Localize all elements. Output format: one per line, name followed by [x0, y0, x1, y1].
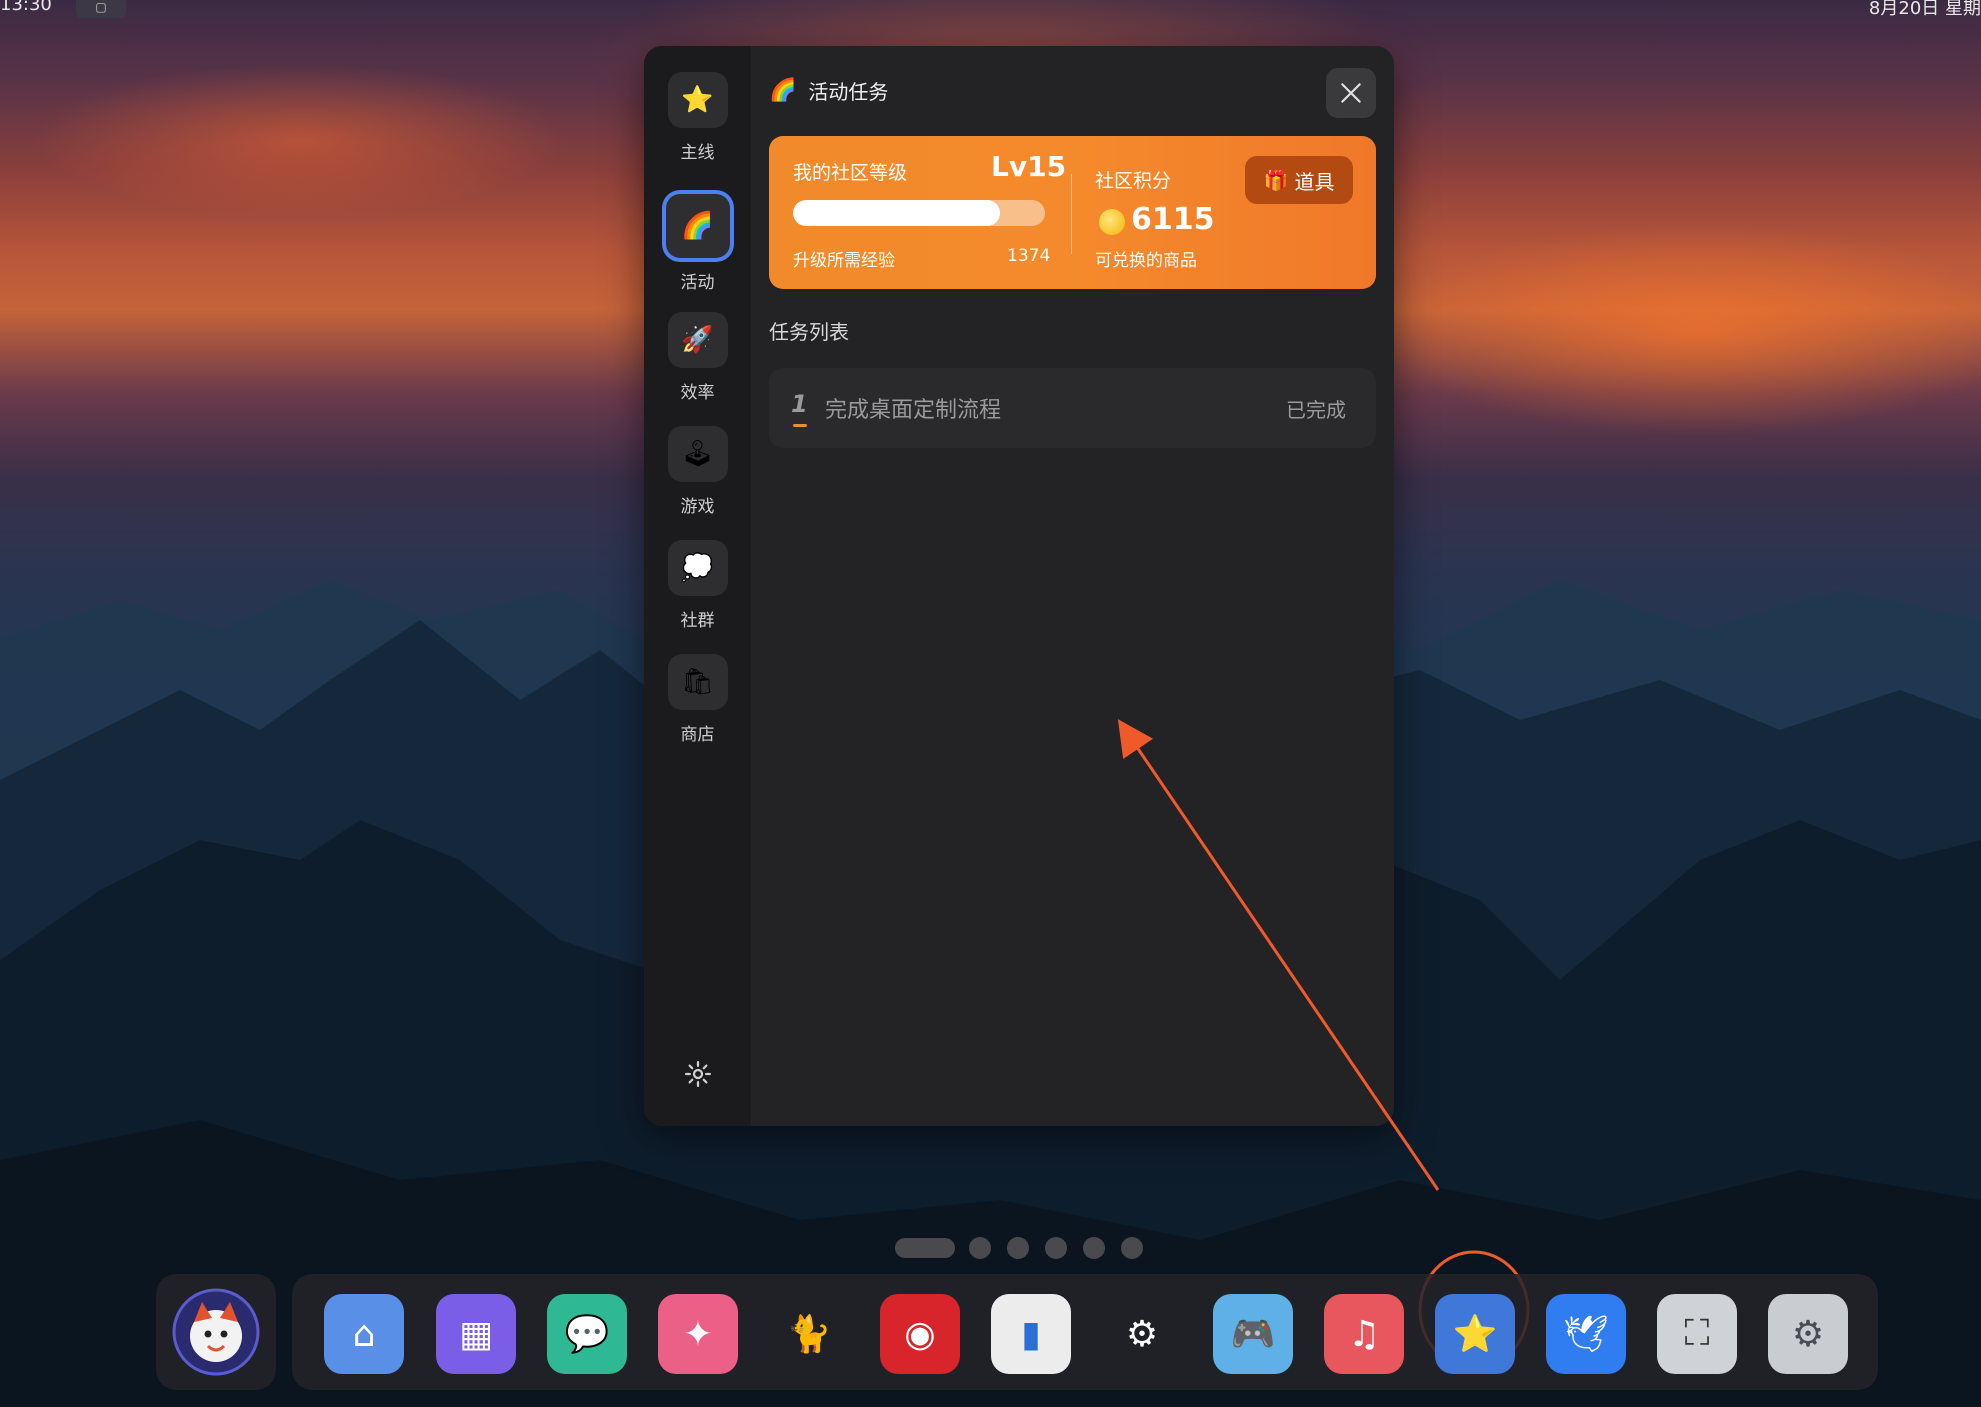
sidebar-item-label: 活动 [680, 273, 715, 293]
date-label: 8月20日 星期 [1868, 0, 1981, 19]
avatar-dock[interactable] [156, 1274, 276, 1390]
bird-icon[interactable]: 🕊 [1546, 1294, 1626, 1374]
task-list-title: 任务列表 [769, 320, 849, 344]
page-dot[interactable] [1007, 1237, 1029, 1259]
gamepad-icon[interactable]: 🎮 [1213, 1294, 1293, 1374]
community-level-card: 我的社区等级 Lv15 升级所需经验 1374 社区积分 6115 可兑换的商品… [769, 136, 1376, 289]
chat-bubble-icon: 💭 [667, 540, 728, 596]
page-dot-active[interactable] [895, 1238, 955, 1258]
task-number: 1 [791, 390, 808, 418]
avatar[interactable] [168, 1284, 264, 1380]
sidebar-item-games[interactable]: 🕹 游戏 [644, 426, 751, 517]
page-dot[interactable] [1083, 1237, 1105, 1259]
coin-icon [1099, 209, 1125, 235]
points-value: 6115 [1131, 202, 1215, 237]
sidebar-item-community[interactable]: 💭 社群 [644, 540, 751, 631]
close-icon [1341, 83, 1361, 103]
cat-icon[interactable]: 🐈 [769, 1294, 849, 1374]
task-status: 已完成 [1286, 398, 1346, 422]
sidebar-item-label: 社群 [680, 611, 715, 631]
music-icon[interactable]: ♫ [1324, 1294, 1404, 1374]
sidebar: ⭐ 主线 🌈 活动 🚀 效率 🕹 游戏 💭 社群 🛍 商店 [644, 46, 751, 1126]
props-label: 道具 [1294, 169, 1335, 194]
sidebar-item-label: 主线 [680, 143, 715, 163]
star-icon: ⭐ [667, 72, 728, 128]
page-dot[interactable] [1045, 1237, 1067, 1259]
level-title: 我的社区等级 [793, 162, 908, 184]
clock: 13:30 [0, 0, 52, 15]
sidebar-item-activity[interactable]: 🌈 活动 [644, 194, 751, 293]
rainbow-icon: 🌈 [665, 194, 730, 258]
page-dot[interactable] [969, 1237, 991, 1259]
sidebar-item-label: 效率 [680, 383, 715, 403]
sidebar-item-store[interactable]: 🛍 商店 [644, 654, 751, 745]
creative-icon[interactable]: ✦ [658, 1294, 738, 1374]
joystick-icon: 🕹 [667, 426, 728, 482]
game-center-icon[interactable]: ◉ [880, 1294, 960, 1374]
sidebar-item-label: 商店 [680, 725, 715, 745]
exp-label: 升级所需经验 [793, 251, 895, 271]
level-progress-bar [793, 200, 1045, 226]
task-number-underline [793, 424, 807, 427]
level-value: Lv15 [991, 150, 1067, 183]
page-title: 活动任务 [808, 79, 889, 104]
props-button[interactable]: 🎁 道具 [1245, 156, 1353, 204]
board-icon[interactable]: ▮ [991, 1294, 1071, 1374]
gift-icon: 🎁 [1263, 168, 1289, 192]
screenshot-icon[interactable]: ⛶ [1657, 1294, 1737, 1374]
rocket-icon: 🚀 [667, 312, 728, 368]
dock: ⌂ ▦ 💬 ✦ 🐈 ◉ ▮ ⚙ 🎮 ♫ ⭐ 🕊 ⛶ ⚙ [292, 1274, 1878, 1390]
sidebar-item-efficiency[interactable]: 🚀 效率 [644, 312, 751, 403]
task-name: 完成桌面定制流程 [825, 398, 1002, 423]
gear-icon[interactable] [683, 1059, 713, 1089]
exp-value: 1374 [1007, 246, 1051, 266]
card-divider [1071, 174, 1072, 254]
top-indicator-icon[interactable]: ▢ [76, 0, 126, 18]
home-icon[interactable]: ⌂ [324, 1294, 404, 1374]
shopping-bag-icon: 🛍 [667, 654, 728, 710]
page-dot[interactable] [1121, 1237, 1143, 1259]
apps-grid-icon[interactable]: ▦ [436, 1294, 516, 1374]
task-row[interactable]: 1 完成桌面定制流程 已完成 [769, 368, 1376, 448]
sidebar-item-label: 游戏 [680, 497, 715, 517]
main-panel: 🌈 活动任务 我的社区等级 Lv15 升级所需经验 1374 社区积分 6115… [751, 46, 1394, 1126]
window-title-row: 🌈 活动任务 [769, 72, 888, 108]
star-badge-icon[interactable]: ⭐ [1435, 1294, 1515, 1374]
sidebar-item-mainline[interactable]: ⭐ 主线 [644, 72, 751, 163]
steam-icon[interactable]: ⚙ [1102, 1294, 1182, 1374]
redeem-label: 可兑换的商品 [1095, 251, 1197, 271]
points-title: 社区积分 [1095, 170, 1172, 192]
activity-window: ⭐ 主线 🌈 活动 🚀 效率 🕹 游戏 💭 社群 🛍 商店 🌈 活动任务 我的社… [644, 46, 1394, 1126]
chat-icon[interactable]: 💬 [547, 1294, 627, 1374]
settings-icon[interactable]: ⚙ [1768, 1294, 1848, 1374]
rainbow-icon: 🌈 [769, 77, 797, 103]
page-indicator [895, 1237, 1159, 1259]
close-button[interactable] [1326, 68, 1376, 118]
level-progress-fill [793, 200, 1000, 226]
